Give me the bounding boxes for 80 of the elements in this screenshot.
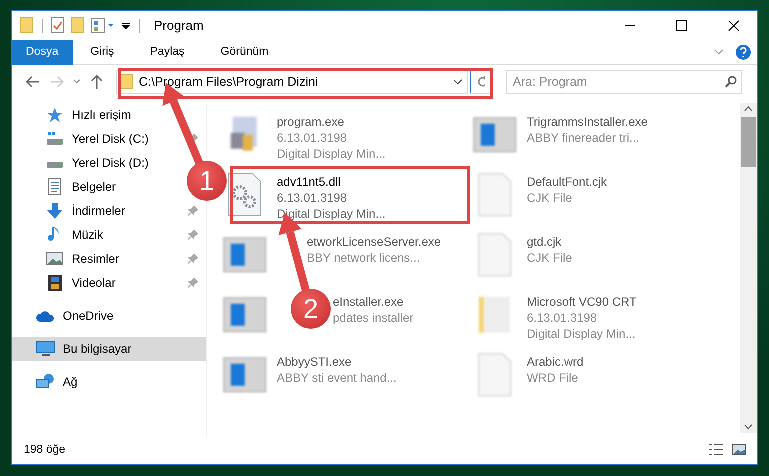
file-name[interactable]: DefaultFont.cjk [527,174,608,190]
file-detail: pdates installer [333,310,414,326]
scrollbar[interactable] [740,103,757,433]
ribbon-tab[interactable]: Dosya [12,40,73,64]
window-icon [223,357,267,393]
pin-icon[interactable] [188,230,198,240]
window-icon [223,237,267,273]
ribbon-tab[interactable]: Görünüm [202,40,287,64]
file-detail: Digital Display Min... [277,146,386,162]
file-detail: CJK File [527,250,572,266]
up-arrow-icon [91,75,103,89]
ribbon-tab[interactable]: Paylaş [132,40,203,64]
view-icon[interactable] [91,18,115,34]
item-count: 198 öğe [24,444,67,456]
pin-icon[interactable] [188,278,198,288]
sidebar-item[interactable]: Hızlı erişim [12,103,162,127]
sidebar-item[interactable]: Yerel Disk (D:) [12,151,162,175]
file-detail: 6.13.01.3198 [277,130,348,146]
file-detail: CJK File [527,190,574,206]
file-name[interactable]: adv11nt5.dll [277,174,386,190]
help-icon[interactable] [736,44,751,60]
sidebar-item[interactable]: Resimler [12,247,162,271]
close-icon [728,20,740,32]
ribbon-tab[interactable]: Giriş [72,40,132,64]
pin-icon[interactable] [188,254,198,264]
scrollbar-thumb[interactable] [741,117,756,167]
sidebar-item[interactable]: Belgeler [12,175,162,199]
properties-icon[interactable] [51,17,65,34]
quick-access-icon [46,107,64,123]
network-icon [36,373,56,391]
window-title: Program [154,18,205,33]
sidebar-item[interactable]: Videolar [12,271,162,295]
window-icon [473,117,517,153]
file-detail: 6.13.01.3198 [527,310,598,326]
file-name[interactable]: Microsoft VC90 CRT [527,294,637,310]
refresh-icon [477,76,485,88]
sidebar-item[interactable]: OneDrive [12,304,162,328]
film-icon [47,274,63,292]
file-name[interactable]: etworkLicenseServer.exe [307,234,442,250]
pin-icon[interactable] [188,206,198,216]
file-icon [478,353,512,397]
file-detail: ABBY sti event hand... [277,370,397,386]
cloud-icon [36,309,56,323]
file-name[interactable]: TrigrammsInstaller.exe [527,114,648,130]
file-name[interactable]: gtd.cjk [527,234,572,250]
maximize-icon [676,20,688,32]
computer-icon [36,341,56,357]
window-icon [223,297,267,333]
chevron-icon[interactable] [714,49,724,55]
file-name[interactable]: Arabic.wrd [527,354,584,370]
sidebar-item[interactable]: Yerel Disk (C:) [12,127,162,151]
file-detail: ABBY finereader tri... [527,130,640,146]
dropdown-icon[interactable] [121,20,131,30]
right-arrow-icon [50,76,64,88]
file-name[interactable]: program.exe [277,114,386,130]
step-badge: 2 [291,289,331,329]
drive-icon [46,132,64,146]
left-arrow-icon [26,76,40,88]
document-icon [47,178,63,196]
file-name[interactable]: AbbyySTI.exe [277,354,397,370]
down-arrow-icon [46,202,64,220]
sidebar-item[interactable]: Müzik [12,223,162,247]
large-icons-view-icon[interactable] [732,444,747,456]
sidebar-item[interactable]: Ağ [12,370,162,394]
file-name[interactable]: eInstaller.exe [333,294,414,310]
file-icon [478,233,512,277]
file-detail: BBY network licens... [307,250,422,266]
details-view-icon[interactable] [708,443,724,457]
dropdown-icon[interactable] [453,79,463,85]
file-detail: 6.13.01.3198 [277,190,348,206]
sidebar-item[interactable]: İndirmeler [12,199,162,223]
folder-icon [121,74,133,90]
step-badge: 1 [187,161,227,201]
gear-file-icon [228,173,262,217]
file-detail: WRD File [527,370,580,386]
file-icon [478,173,512,217]
file-detail: Digital Display Min... [527,326,637,342]
picture-icon [46,252,64,266]
caret-icon [73,79,81,85]
sidebar-item[interactable]: Bu bilgisayar [12,337,206,361]
